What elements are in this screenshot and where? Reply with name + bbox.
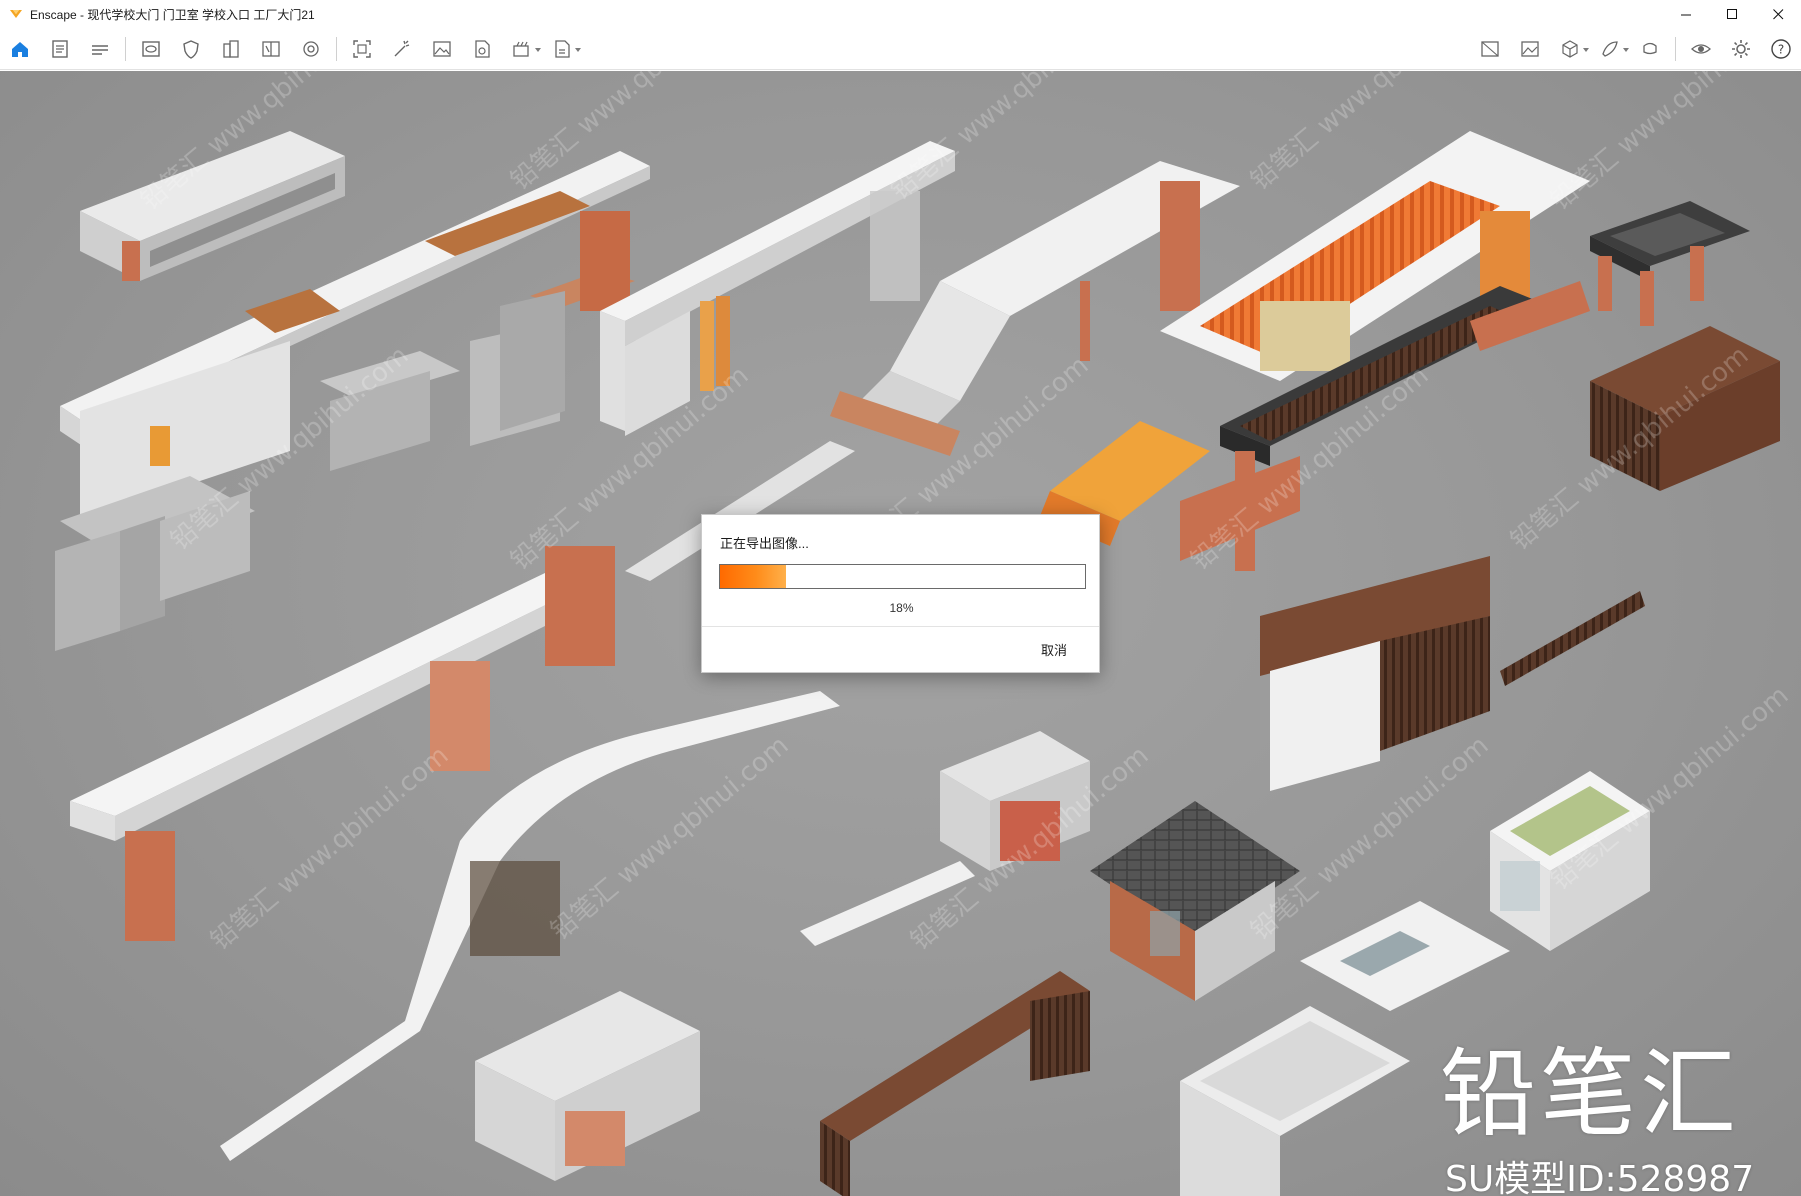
watermark-tile: 铅笔汇 www.qbihui.com xyxy=(1545,71,1794,216)
compare-icon xyxy=(262,41,280,57)
image-icon xyxy=(433,41,451,57)
settings-icon xyxy=(1732,40,1750,58)
minimize-icon xyxy=(1680,14,1691,15)
toolbar-right-group: ? xyxy=(1470,28,1801,70)
guardhouse-model-6 xyxy=(1090,801,1300,1001)
watermark-brand: 铅笔汇 xyxy=(1440,1038,1740,1150)
dialog-divider xyxy=(702,626,1099,627)
batch-render-icon xyxy=(513,41,529,57)
building-button[interactable] xyxy=(211,32,251,66)
asset-icon xyxy=(475,40,490,58)
image-settings-icon xyxy=(1521,41,1539,57)
export-icon xyxy=(555,40,570,58)
cancel-button[interactable]: 取消 xyxy=(1041,640,1067,659)
watermark-model-id: SU模型ID:528987 xyxy=(1445,1159,1755,1196)
toolbar-left-group xyxy=(0,28,582,70)
cube-button[interactable] xyxy=(1550,32,1590,66)
toolbar-separator xyxy=(125,37,126,61)
capture-icon xyxy=(353,40,371,58)
home-button[interactable] xyxy=(0,32,40,66)
window-title: Enscape - 现代学校大门 门卫室 学校入口 工厂大门21 xyxy=(30,7,315,22)
home-icon xyxy=(12,42,28,57)
vr-headset-button[interactable] xyxy=(1630,32,1670,66)
window-controls xyxy=(1663,0,1801,28)
shield-button[interactable] xyxy=(171,32,211,66)
vr-headset-icon xyxy=(1643,42,1657,55)
close-button[interactable] xyxy=(1755,0,1801,28)
asset-button[interactable] xyxy=(462,32,502,66)
export-progress-fill xyxy=(720,565,786,588)
help-button[interactable]: ? xyxy=(1761,32,1801,66)
view-button[interactable] xyxy=(131,32,171,66)
enscape-logo-icon xyxy=(8,6,24,22)
minimize-button[interactable] xyxy=(1663,0,1709,28)
building-icon xyxy=(223,40,239,58)
guardhouse-model-5 xyxy=(475,731,1090,1181)
dialog-title: 正在导出图像... xyxy=(720,536,809,551)
spark-icon xyxy=(394,40,410,57)
maximize-button[interactable] xyxy=(1709,0,1755,28)
orbit-button[interactable] xyxy=(291,32,331,66)
bim-icon xyxy=(92,45,108,55)
notes-button[interactable] xyxy=(40,32,80,66)
batch-render-button[interactable] xyxy=(502,32,542,66)
settings-button[interactable] xyxy=(1721,32,1761,66)
export-button[interactable] xyxy=(542,32,582,66)
visual-settings-icon xyxy=(1481,41,1499,57)
cube-icon xyxy=(1562,40,1578,58)
guardhouse-model-1 xyxy=(1590,201,1750,326)
shield-icon xyxy=(183,40,199,59)
maximize-icon xyxy=(1726,8,1737,19)
spark-button[interactable] xyxy=(382,32,422,66)
toolbar: ? xyxy=(0,28,1801,93)
eye-icon xyxy=(1691,44,1711,54)
image-settings-button[interactable] xyxy=(1510,32,1550,66)
compare-button[interactable] xyxy=(251,32,291,66)
toolbar-separator xyxy=(336,37,337,61)
progress-percentage: 18% xyxy=(889,601,914,615)
title-bar: Enscape - 现代学校大门 门卫室 学校入口 工厂大门21 xyxy=(0,0,1801,28)
svg-text:?: ? xyxy=(1778,43,1784,57)
material-button[interactable] xyxy=(1590,32,1630,66)
export-progress-bar xyxy=(719,564,1086,589)
visual-settings-button[interactable] xyxy=(1470,32,1510,66)
image-button[interactable] xyxy=(422,32,462,66)
help-icon: ? xyxy=(1771,39,1791,59)
close-icon xyxy=(1772,8,1783,19)
toolbar-separator xyxy=(1675,37,1676,61)
eye-button[interactable] xyxy=(1681,32,1721,66)
material-icon xyxy=(1602,41,1618,57)
bim-button[interactable] xyxy=(80,32,120,66)
export-progress-dialog: 正在导出图像... 18% 取消 xyxy=(701,514,1100,673)
orbit-icon xyxy=(303,41,319,57)
capture-button[interactable] xyxy=(342,32,382,66)
watermark-tile: 铅笔汇 www.qbihui.com xyxy=(885,71,1134,206)
view-icon xyxy=(142,41,160,57)
notes-icon xyxy=(52,40,68,58)
